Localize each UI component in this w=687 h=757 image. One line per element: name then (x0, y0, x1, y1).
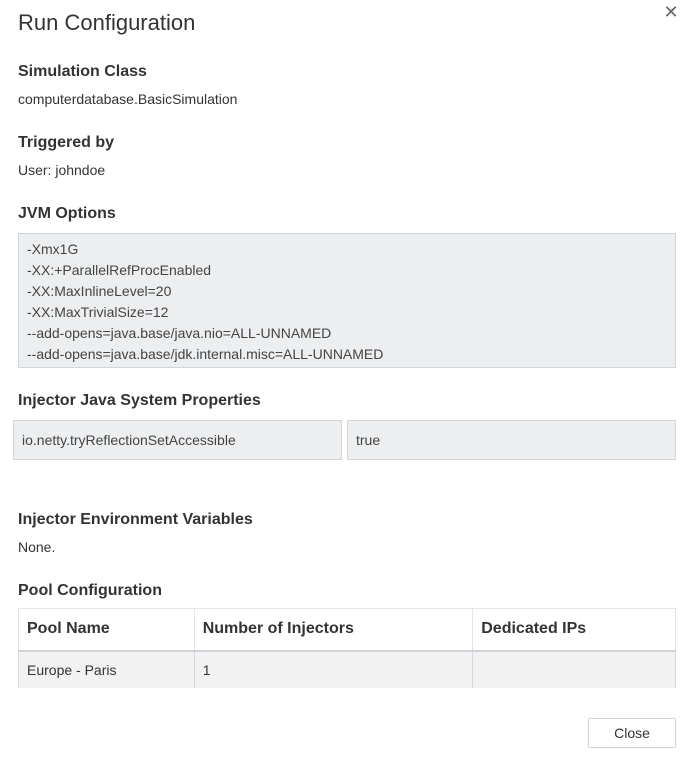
run-configuration-dialog: Run Configuration ✕ Simulation Class com… (0, 0, 687, 757)
jvm-option-line: --add-opens=java.base/jdk.internal.misc=… (27, 346, 384, 362)
triggered-by-value: User: johndoe (18, 162, 106, 178)
column-header-pool-name: Pool Name (18, 608, 195, 652)
triggered-by-heading: Triggered by (18, 134, 115, 151)
jvm-options-heading: JVM Options (18, 205, 116, 222)
column-header-number-of-injectors: Number of Injectors (193, 608, 474, 652)
dialog-title: Run Configuration (18, 10, 196, 35)
number-of-injectors-cell: 1 (193, 650, 474, 688)
system-property-key-field[interactable]: io.netty.tryReflectionSetAccessible (13, 420, 342, 460)
table-row: Europe - Paris 1 (18, 650, 676, 688)
close-button[interactable]: Close (588, 718, 676, 748)
env-variables-heading: Injector Environment Variables (18, 511, 253, 528)
jvm-option-line: -XX:MaxTrivialSize=12 (27, 304, 169, 320)
env-variables-value: None. (18, 539, 56, 555)
jvm-option-line: -XX:MaxInlineLevel=20 (27, 283, 172, 299)
simulation-class-heading: Simulation Class (18, 63, 147, 80)
pool-name-cell: Europe - Paris (18, 650, 195, 688)
jvm-option-line: --add-opens=java.base/java.nio=ALL-UNNAM… (27, 325, 332, 341)
system-property-value-field[interactable]: true (347, 420, 676, 460)
column-header-dedicated-ips: Dedicated IPs (472, 608, 676, 652)
dedicated-ips-cell (472, 650, 676, 688)
jvm-option-line: -Xmx1G (27, 241, 79, 257)
simulation-class-value: computerdatabase.BasicSimulation (18, 91, 238, 107)
system-properties-heading: Injector Java System Properties (18, 392, 261, 409)
jvm-option-line: -XX:+ParallelRefProcEnabled (27, 262, 212, 278)
pool-configuration-table: Pool Name Number of Injectors Dedicated … (18, 608, 676, 688)
jvm-options-field[interactable]: -Xmx1G -XX:+ParallelRefProcEnabled -XX:M… (18, 233, 676, 368)
pool-configuration-heading: Pool Configuration (18, 582, 162, 599)
close-icon[interactable]: ✕ (663, 3, 679, 21)
table-header-row: Pool Name Number of Injectors Dedicated … (18, 608, 676, 652)
